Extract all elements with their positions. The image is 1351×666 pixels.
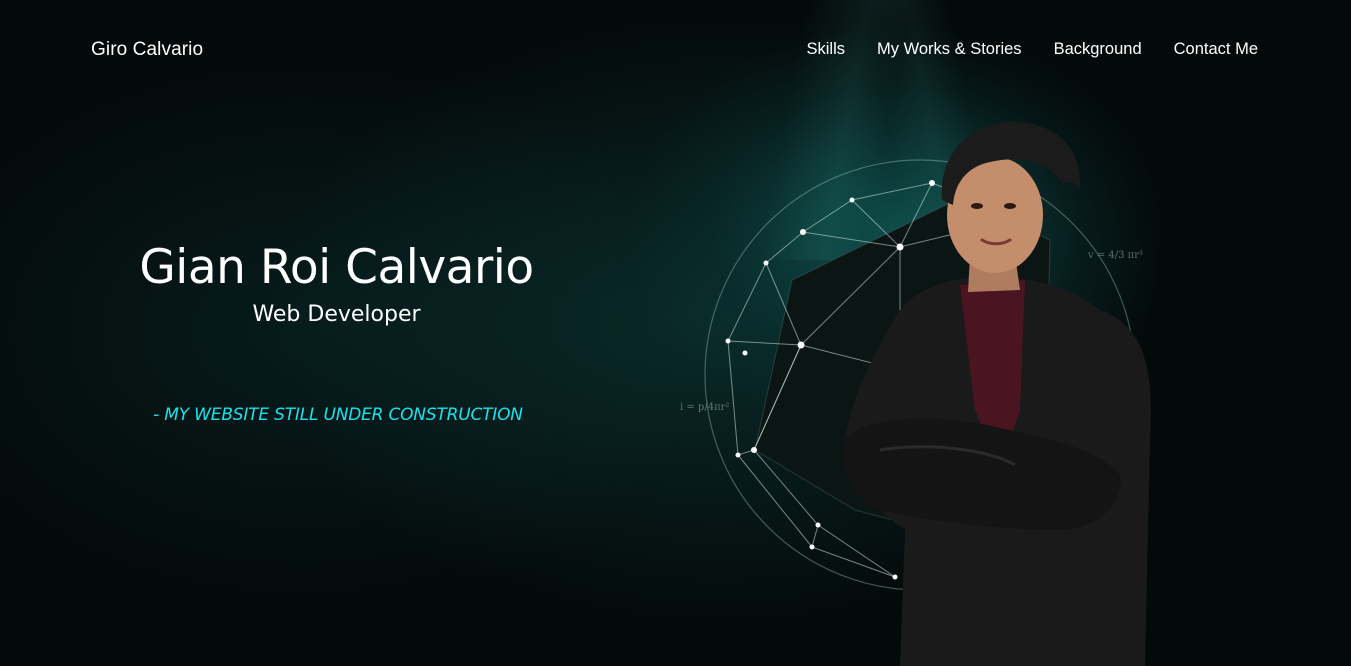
portrait-avatar: [843, 121, 1151, 666]
nav-menu: Skills My Works & Stories Background Con…: [806, 40, 1258, 59]
svg-text:i = p/4πr²: i = p/4πr²: [680, 402, 729, 413]
nav-item-background[interactable]: Background: [1054, 40, 1142, 59]
hero-role: Web Developer: [252, 302, 421, 327]
brand-link[interactable]: Giro Calvario: [91, 39, 203, 61]
nav-item-skills[interactable]: Skills: [806, 40, 845, 59]
hero-name: Gian Roi Calvario: [139, 240, 534, 295]
nav-item-works-stories[interactable]: My Works & Stories: [877, 40, 1022, 59]
svg-text:v = 4/3 πr³: v = 4/3 πr³: [1087, 250, 1143, 261]
construction-notice: - MY WEBSITE STILL UNDER CONSTRUCTION: [153, 405, 523, 425]
top-navigation: Giro Calvario Skills My Works & Stories …: [0, 0, 1351, 100]
nav-item-contact[interactable]: Contact Me: [1174, 40, 1258, 59]
landing-page: Giro Calvario Skills My Works & Stories …: [0, 0, 1351, 666]
hero-illustration: v = 4/3 πr³ i = p/4πr² r: [680, 121, 1151, 666]
